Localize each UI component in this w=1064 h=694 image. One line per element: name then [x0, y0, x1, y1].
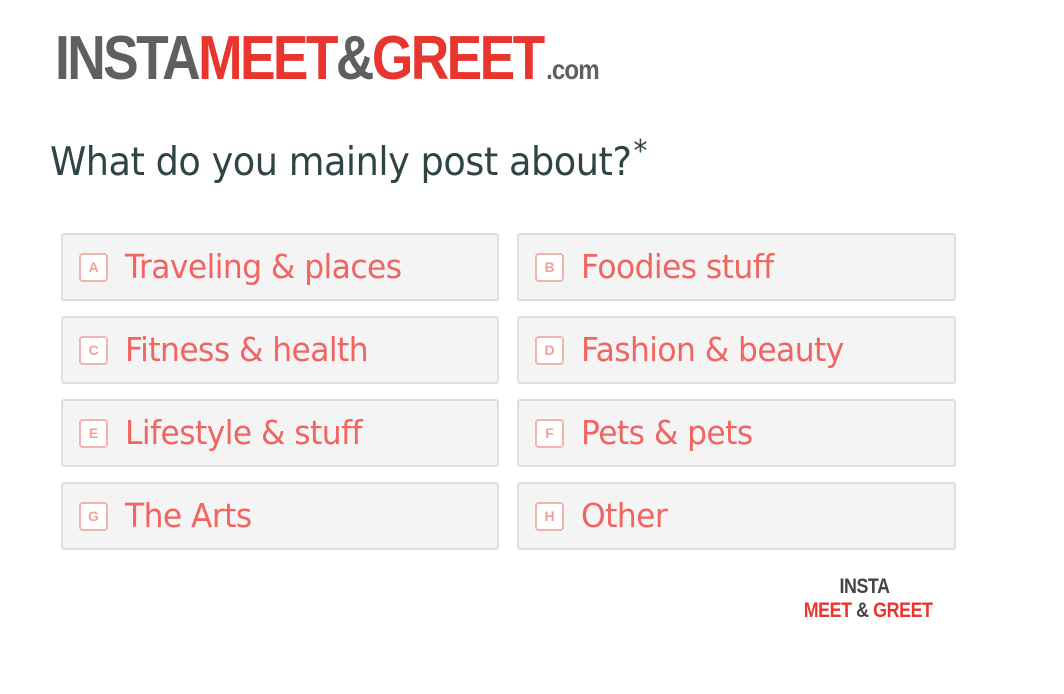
question-text: What do you mainly post about? — [50, 140, 632, 185]
footer-logo-bottom-line: MEET & GREET — [803, 599, 933, 623]
choice-label: The Arts — [125, 496, 252, 535]
choice-label: Fitness & health — [125, 330, 369, 369]
choice-label: Traveling & places — [125, 247, 402, 286]
choice-label: Foodies stuff — [581, 247, 774, 286]
choice-key-badge: E — [79, 418, 108, 448]
choice-lifestyle-stuff[interactable]: E Lifestyle & stuff — [61, 399, 499, 467]
logo-ampersand-text: & — [335, 24, 374, 93]
choice-fashion-beauty[interactable]: D Fashion & beauty — [517, 316, 956, 384]
choice-key-badge: G — [79, 501, 108, 531]
choice-key-badge: D — [535, 335, 564, 365]
footer-logo-ampersand-text: & — [856, 599, 869, 622]
logo-dotcom-text: .com — [546, 54, 600, 85]
choice-traveling-places[interactable]: A Traveling & places — [61, 233, 499, 301]
choice-fitness-health[interactable]: C Fitness & health — [61, 316, 499, 384]
choice-grid: A Traveling & places B Foodies stuff C F… — [61, 233, 956, 550]
choice-key-badge: F — [535, 418, 564, 448]
choice-label: Pets & pets — [581, 413, 753, 452]
choice-label: Lifestyle & stuff — [125, 413, 363, 452]
question-title: What do you mainly post about?* — [50, 124, 647, 191]
choice-foodies-stuff[interactable]: B Foodies stuff — [517, 233, 956, 301]
brand-logo: INSTA MEET & GREET .com — [55, 24, 600, 93]
footer-logo-meet-text: MEET — [803, 599, 852, 622]
choice-key-badge: C — [79, 335, 108, 365]
logo-meet-text: MEET — [198, 24, 338, 93]
choice-key-badge: A — [79, 252, 108, 282]
footer-brand-logo: INSTA MEET & GREET — [793, 575, 936, 623]
choice-key-badge: B — [535, 252, 564, 282]
footer-logo-insta-text: INSTA — [839, 575, 890, 598]
choice-label: Fashion & beauty — [581, 330, 844, 369]
footer-logo-greet-text: GREET — [873, 599, 933, 622]
choice-the-arts[interactable]: G The Arts — [61, 482, 499, 550]
required-marker: * — [633, 134, 647, 169]
choice-key-badge: H — [535, 501, 564, 531]
choice-other[interactable]: H Other — [517, 482, 956, 550]
logo-greet-text: GREET — [371, 24, 545, 93]
choice-pets-pets[interactable]: F Pets & pets — [517, 399, 956, 467]
logo-insta-text: INSTA — [55, 24, 201, 93]
choice-label: Other — [581, 496, 668, 535]
